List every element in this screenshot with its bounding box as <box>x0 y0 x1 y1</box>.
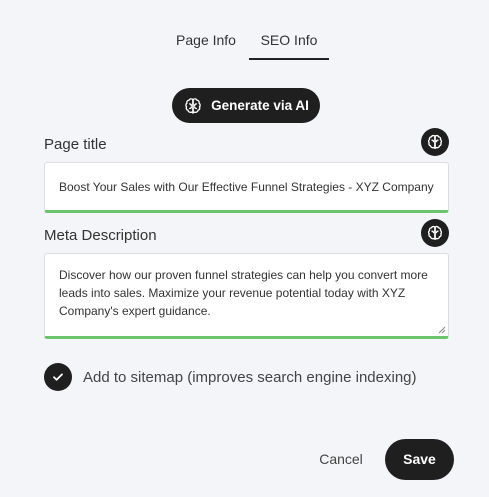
page-title-input[interactable]: Boost Your Sales with Our Effective Funn… <box>44 162 449 213</box>
brain-icon <box>427 225 443 241</box>
page-title-label: Page title <box>44 136 107 153</box>
meta-description-text: Discover how our proven funnel strategie… <box>59 268 428 318</box>
checkbox-checked[interactable] <box>44 363 72 391</box>
brain-icon <box>427 134 443 150</box>
sitemap-checkbox[interactable]: Add to sitemap (improves search engine i… <box>44 363 417 391</box>
meta-description-ai-button[interactable] <box>421 219 449 247</box>
resize-handle-icon[interactable] <box>438 326 446 334</box>
generate-via-ai-label: Generate via AI <box>211 98 309 113</box>
generate-via-ai-button[interactable]: Generate via AI <box>172 88 320 123</box>
brain-icon <box>185 97 201 114</box>
sitemap-label: Add to sitemap (improves search engine i… <box>83 368 417 386</box>
tab-page-info[interactable]: Page Info <box>170 22 242 60</box>
save-button[interactable]: Save <box>385 439 454 480</box>
meta-description-label: Meta Description <box>44 227 157 244</box>
tab-bar: Page Info SEO Info <box>0 22 489 60</box>
tab-seo-info[interactable]: SEO Info <box>249 22 329 60</box>
checkmark-icon <box>53 373 63 381</box>
meta-description-textarea[interactable]: Discover how our proven funnel strategie… <box>44 253 449 339</box>
page-title-ai-button[interactable] <box>421 128 449 156</box>
cancel-button[interactable]: Cancel <box>306 440 376 478</box>
